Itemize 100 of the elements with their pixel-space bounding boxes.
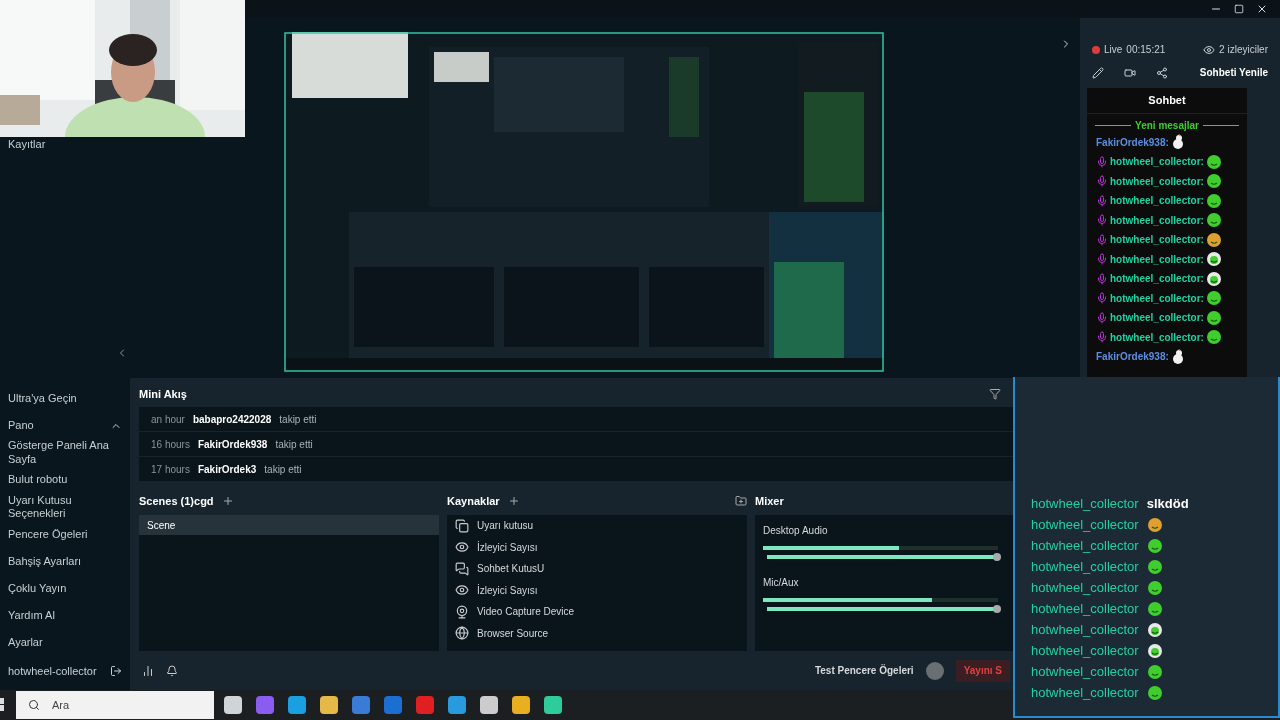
app-icon[interactable] [448,696,466,714]
emote-icon [1205,290,1222,307]
chat-username[interactable]: hotwheel_collector: [1110,154,1204,170]
add-icon[interactable] [507,495,520,507]
feed-action: takip etti [275,437,313,452]
stats-icon[interactable] [142,664,154,677]
app-icon[interactable] [224,696,242,714]
emote-icon [1146,643,1163,659]
emote-icon [1146,580,1163,596]
panel-title: Scenes (1)cgd [139,493,214,509]
sidebar-item[interactable]: Bahşiş Ayarları [8,554,82,569]
app-icon[interactable] [512,696,530,714]
emote-icon [1205,309,1222,326]
filter-icon[interactable] [989,388,1001,400]
feed-action: takip etti [264,462,302,477]
chat-username[interactable]: FakirOrdek938: [1096,134,1169,150]
chicken-icon [1170,348,1185,365]
chat-username[interactable]: FakirOrdek938: [1096,349,1169,365]
app-icon[interactable] [384,696,402,714]
sidebar-item[interactable]: Gösterge Paneli Ana Sayfa [8,439,122,467]
chat-username[interactable]: hotwheel_collector: [1110,329,1204,345]
chat-username: hotwheel_collector [1031,537,1139,556]
app-icon[interactable] [352,696,370,714]
app-icon[interactable] [256,696,274,714]
sidebar-item[interactable]: Uyarı Kutusu Seçenekleri [8,493,122,521]
eye-icon [1203,43,1216,56]
stream-timer: 00:15:21 [1126,43,1166,57]
edit-icon[interactable] [1092,66,1104,79]
source-item[interactable]: Browser Source [477,625,549,641]
emote-icon [1205,153,1222,170]
app-icon[interactable] [320,696,338,714]
source-item[interactable]: Sohbet KutusU [477,561,545,577]
sidebar-item[interactable]: Yardım Al [8,608,55,623]
emote-icon [1205,329,1222,346]
sidebar-item[interactable]: Çoklu Yayın [8,581,67,596]
logout-icon[interactable] [110,665,122,677]
emote-icon [1146,622,1163,638]
chat-message: slkdöd [1146,495,1189,514]
sidebar-item[interactable]: Bulut robotu [8,473,68,487]
source-item[interactable]: Uyarı kutusu [477,518,534,534]
chat-username[interactable]: hotwheel_collector: [1110,271,1204,287]
globe-icon [455,626,469,641]
panel-title: Mixer [755,493,784,509]
refresh-chat-button[interactable]: Sohbeti Yenile [1199,65,1268,80]
test-widgets-link[interactable]: Test Pencere Ögeleri [814,663,914,678]
emote-icon [1146,517,1163,533]
folder-icon[interactable] [735,495,747,507]
sidebar-item[interactable]: Ayarlar [8,635,43,650]
camera-icon[interactable] [1124,66,1136,79]
chat-username[interactable]: hotwheel_collector: [1110,251,1204,267]
feed-time: 16 hours [151,437,190,452]
add-icon[interactable] [221,495,234,507]
eye-icon [455,583,469,598]
chat-username[interactable]: hotwheel_collector: [1110,232,1204,248]
feed-user: babapro2422028 [192,412,272,427]
search-icon [28,699,40,711]
source-item[interactable]: İzleyici Sayısı [477,582,538,598]
sidebar-item[interactable]: Pano [8,418,34,433]
chat-username: hotwheel_collector [1031,558,1139,577]
chat-title: Sohbet [1148,93,1186,108]
chat-username[interactable]: hotwheel_collector: [1110,290,1204,306]
emote-icon [1205,251,1222,268]
app-icon[interactable] [288,696,306,714]
chicken-icon [1170,134,1185,151]
mic-button[interactable] [925,661,944,680]
emote-icon [1205,212,1222,229]
emote-icon [1205,192,1222,209]
chat-icon [455,561,469,576]
new-messages-divider: Yeni mesajlar [1135,118,1199,133]
source-item[interactable]: İzleyici Sayısı [477,539,538,555]
emote-icon [1146,601,1163,617]
source-item[interactable]: Video Capture Device [477,604,575,620]
chat-username: hotwheel_collector [1031,621,1139,640]
chat-username[interactable]: hotwheel_collector: [1110,212,1204,228]
go-live-button[interactable]: Yayını S [955,659,1010,682]
channel-name: Mic/Aux [763,576,799,590]
app-icon[interactable] [416,696,434,714]
close-icon[interactable] [1256,3,1268,15]
feed-action: takip etti [279,412,317,427]
chat-username: hotwheel_collector [1031,516,1139,535]
feed-time: 17 hours [151,462,190,477]
user-name[interactable]: hotwheel-collector [8,662,97,680]
sidebar-item[interactable]: Kayıtlar [8,135,46,153]
search-field[interactable]: Ara [16,691,214,719]
chat-username: hotwheel_collector [1031,495,1139,514]
chat-username[interactable]: hotwheel_collector: [1110,310,1204,326]
share-icon[interactable] [1156,66,1168,79]
copy-icon [455,518,469,533]
chat-username[interactable]: hotwheel_collector: [1110,173,1204,189]
emote-icon [1146,559,1163,575]
maximize-icon[interactable] [1234,4,1244,14]
live-label: Live [1104,43,1123,57]
sidebar-item[interactable]: Pencere Ögeleri [8,527,88,542]
app-icon[interactable] [544,696,562,714]
app-icon[interactable] [480,696,498,714]
chat-username[interactable]: hotwheel_collector: [1110,193,1204,209]
scene-item[interactable]: Scene [139,515,439,535]
sidebar-item[interactable]: Ultra'ya Geçin [8,391,77,406]
eye-icon [455,540,469,555]
bell-icon[interactable] [166,664,178,677]
